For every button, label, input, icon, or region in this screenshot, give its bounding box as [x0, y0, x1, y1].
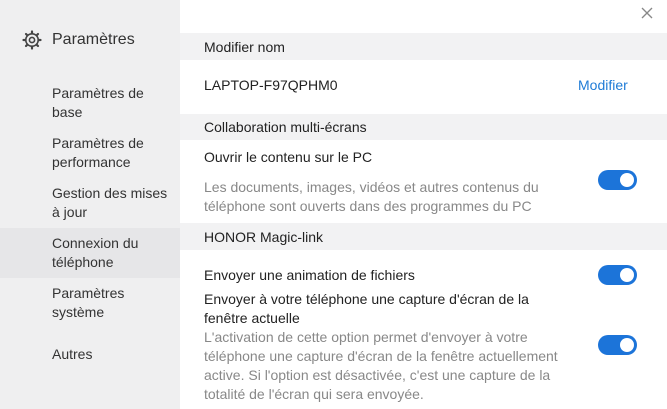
gear-icon	[22, 30, 42, 50]
section-header-collaboration: Collaboration multi-écrans	[180, 114, 667, 140]
sidebar-item-others[interactable]: Autres	[0, 345, 180, 364]
sidebar-item-system-settings[interactable]: Paramètres système	[0, 284, 180, 322]
send-capture-title: Envoyer à votre téléphone une capture d'…	[204, 291, 529, 326]
sidebar-item-performance-settings[interactable]: Paramètres de performance	[0, 134, 180, 172]
send-animation-title: Envoyer une animation de fichiers	[204, 267, 415, 283]
toggle-knob	[620, 268, 634, 282]
edit-name-link[interactable]: Modifier	[578, 76, 628, 95]
section-header-magic-link: HONOR Magic-link	[180, 223, 667, 250]
toggle-knob	[620, 173, 634, 187]
section-header-rename: Modifier nom	[180, 33, 667, 60]
close-button[interactable]	[640, 6, 654, 20]
device-name: LAPTOP-F97QPHM0	[204, 77, 338, 93]
sidebar-item-phone-connection[interactable]: Connexion du téléphone	[0, 228, 180, 278]
send-capture-toggle[interactable]	[598, 335, 637, 355]
sidebar: Paramètres Paramètres de base Paramètres…	[0, 0, 180, 409]
send-animation-toggle[interactable]	[598, 265, 637, 285]
open-content-toggle[interactable]	[598, 170, 637, 190]
close-icon	[641, 7, 653, 19]
sidebar-title: Paramètres	[52, 31, 135, 48]
open-content-description: Les documents, images, vidéos et autres …	[204, 179, 539, 214]
open-content-title: Ouvrir le contenu sur le PC	[204, 149, 373, 165]
sidebar-item-update-management[interactable]: Gestion des mises à jour	[0, 184, 180, 222]
sidebar-header: Paramètres	[22, 30, 135, 50]
sidebar-item-basic-settings[interactable]: Paramètres de base	[0, 84, 180, 122]
send-capture-description: L'activation de cette option permet d'en…	[204, 329, 558, 402]
toggle-knob	[620, 338, 634, 352]
